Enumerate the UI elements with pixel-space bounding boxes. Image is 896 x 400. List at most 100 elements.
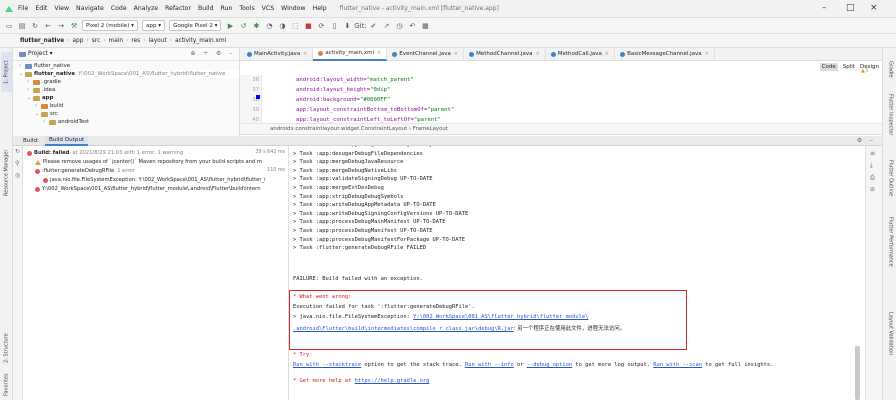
flutter-inspector-tab[interactable]: Flutter Inspector [885, 88, 896, 142]
editor-tab[interactable]: EventChannel.java × [387, 47, 465, 61]
favorites-tool-tab[interactable]: Favorites [1, 370, 12, 400]
exception-path-link[interactable]: Y:\002_WorkSpace\001_AS\flutter_hybrid\f… [413, 314, 588, 320]
build-tree-item[interactable]: Y:\002_WorkSpace\001_AS\flutter_hybrid\f… [35, 185, 289, 193]
close-window-button[interactable]: × [870, 3, 878, 13]
menu-vcs[interactable]: VCS [262, 5, 274, 12]
project-view-selector[interactable]: Project [28, 51, 48, 57]
project-pane-actions[interactable]: ⊕ ÷ ⚙ – [191, 51, 235, 57]
editor-tab[interactable]: MethodChannel.java × [464, 47, 546, 61]
menu-build[interactable]: Build [198, 5, 214, 12]
debug-icon[interactable]: ✱ [251, 21, 261, 31]
hammer-icon[interactable]: ⚒ [69, 21, 79, 31]
project-tree-item[interactable]: ⌄ app [13, 94, 239, 102]
project-tree-item[interactable]: › build [13, 102, 239, 110]
menu-window[interactable]: Window [281, 5, 305, 12]
exception-path-link-2[interactable]: .android\Flutter\build\intermediates\com… [293, 326, 514, 332]
commit-check-icon[interactable]: ✔ [368, 21, 378, 31]
save-all-icon[interactable]: ▤ [17, 21, 27, 31]
apply-changes-icon[interactable]: ↺ [238, 21, 248, 31]
editor-tab[interactable]: MethodCall.java × [546, 47, 616, 61]
gradle-sync-icon[interactable]: ⟳ [316, 21, 326, 31]
clear-all-icon[interactable]: ⊘ [870, 186, 875, 193]
minimize-button[interactable]: – [822, 3, 827, 13]
back-icon[interactable]: ← [43, 21, 53, 31]
crumb-src[interactable]: src [92, 38, 100, 44]
editor-structure-breadcrumb[interactable]: androidx.constraintlayout.widget.Constra… [240, 123, 882, 135]
gradle-help-link[interactable]: https://help.gradle.org [355, 378, 430, 384]
menu-analyze[interactable]: Analyze [134, 5, 158, 12]
build-tree-item[interactable]: Build: failed at 2021/8/29 21:03 with 1 e… [27, 149, 257, 157]
scroll-to-end-icon[interactable]: ⤓ [870, 162, 873, 170]
editor-tab[interactable]: MainActivity.java × [242, 47, 314, 61]
crumb-layout[interactable]: layout [149, 38, 167, 44]
rerun-icon[interactable]: ↻ [15, 148, 20, 155]
build-window-actions[interactable]: ⚙ – [857, 137, 876, 144]
project-tree-item[interactable]: › androidTest [13, 118, 239, 126]
menu-run[interactable]: Run [221, 5, 233, 12]
menu-refactor[interactable]: Refactor [165, 5, 191, 12]
run-config-selector[interactable]: app ▾ [141, 20, 166, 31]
code-mode-button[interactable]: Code [819, 63, 838, 71]
crumb-app[interactable]: app [73, 38, 84, 44]
project-tree-item[interactable]: › .gradle [13, 78, 239, 86]
build-tree-item[interactable]: java.nio.file.FileSystemException: Y:\00… [43, 176, 289, 184]
build-tree-item[interactable]: :flutter:generateDebugRFile 1 error [35, 167, 257, 175]
sdk-manager-icon[interactable]: ⬇ [342, 21, 352, 31]
attach-debugger-icon[interactable]: ⬚ [290, 21, 300, 31]
editor-tab[interactable]: BasicMessageChannel.java × [615, 47, 715, 61]
code-editor[interactable]: android:layout_width="match_parent" andr… [262, 75, 882, 123]
project-tree-item[interactable]: ⌄ flutter_native Y:\002_WorkSpace\001_AS\f… [13, 70, 239, 78]
build-tree-item[interactable]: Please remove usages of `jcenter()` Mave… [35, 158, 289, 166]
coverage-icon[interactable]: ◑ [277, 21, 287, 31]
push-icon[interactable]: ↗ [381, 21, 391, 31]
info-link[interactable]: Run with --info [465, 362, 514, 368]
run-icon[interactable]: ▶ [225, 21, 235, 31]
close-tab-icon[interactable]: × [377, 50, 381, 56]
forward-icon[interactable]: → [56, 21, 66, 31]
color-preview-swatch[interactable] [256, 95, 260, 99]
warning-count-badge[interactable]: ▲3 [861, 68, 868, 74]
menu-code[interactable]: Code [111, 5, 127, 12]
project-tool-tab[interactable]: 1: Project [1, 52, 12, 92]
tab-build-output[interactable]: Build Output [44, 135, 89, 146]
emulator-selector[interactable]: Google Pixel 2 ▾ [169, 20, 222, 31]
resource-manager-tab[interactable]: Resource Manager [1, 143, 12, 203]
maximize-button[interactable]: □ [846, 3, 855, 13]
project-tree-item[interactable]: ⌄ src [13, 110, 239, 118]
menu-file[interactable]: File [18, 5, 28, 12]
project-tree-item[interactable]: › flutter_native [13, 62, 239, 70]
build-console[interactable]: > Task :flutter:copyDebugJniLibsProjectO… [289, 146, 865, 400]
stacktrace-link[interactable]: Run with --stacktrace [293, 362, 361, 368]
sync-icon[interactable]: ↻ [30, 21, 40, 31]
menu-tools[interactable]: Tools [239, 5, 254, 12]
crumb-main[interactable]: main [109, 38, 123, 44]
pin-icon[interactable]: ⚲ [15, 160, 19, 167]
crumb-file[interactable]: activity_main.xml [175, 38, 226, 44]
close-tab-icon[interactable]: × [536, 51, 540, 57]
debug-link[interactable]: --debug option [527, 362, 572, 368]
crumb-res[interactable]: res [131, 38, 140, 44]
profile-icon[interactable]: ◔ [264, 21, 274, 31]
print-icon[interactable]: ⎙ [870, 174, 875, 182]
stop-icon[interactable]: ■ [303, 21, 313, 31]
project-tree-item[interactable]: › .idea [13, 86, 239, 94]
gradle-tool-tab[interactable]: Gradle [885, 56, 896, 82]
soft-wrap-icon[interactable]: ≡ [870, 150, 875, 157]
revert-icon[interactable]: ↶ [407, 21, 417, 31]
split-mode-button[interactable]: Split [843, 64, 855, 70]
layout-validation-tab[interactable]: Layout Validation [885, 304, 896, 364]
flutter-outline-tab[interactable]: Flutter Outline [885, 152, 896, 204]
editor-tab[interactable]: activity_main.xml × [313, 47, 388, 61]
open-folder-icon[interactable]: ▭ [4, 21, 14, 31]
structure-tool-tab[interactable]: 2: Structure [1, 328, 12, 368]
close-tab-icon[interactable]: × [605, 51, 609, 57]
filter-icon[interactable]: ◎ [15, 172, 20, 179]
close-tab-icon[interactable]: × [705, 51, 709, 57]
flutter-performance-tab[interactable]: Flutter Performance [885, 210, 896, 274]
avd-manager-icon[interactable]: ▯ [329, 21, 339, 31]
scan-link[interactable]: Run with --scan [653, 362, 702, 368]
crumb-project[interactable]: flutter_native [20, 38, 64, 44]
close-tab-icon[interactable]: × [303, 51, 307, 57]
menu-navigate[interactable]: Navigate [76, 5, 104, 12]
menu-view[interactable]: View [54, 5, 69, 12]
